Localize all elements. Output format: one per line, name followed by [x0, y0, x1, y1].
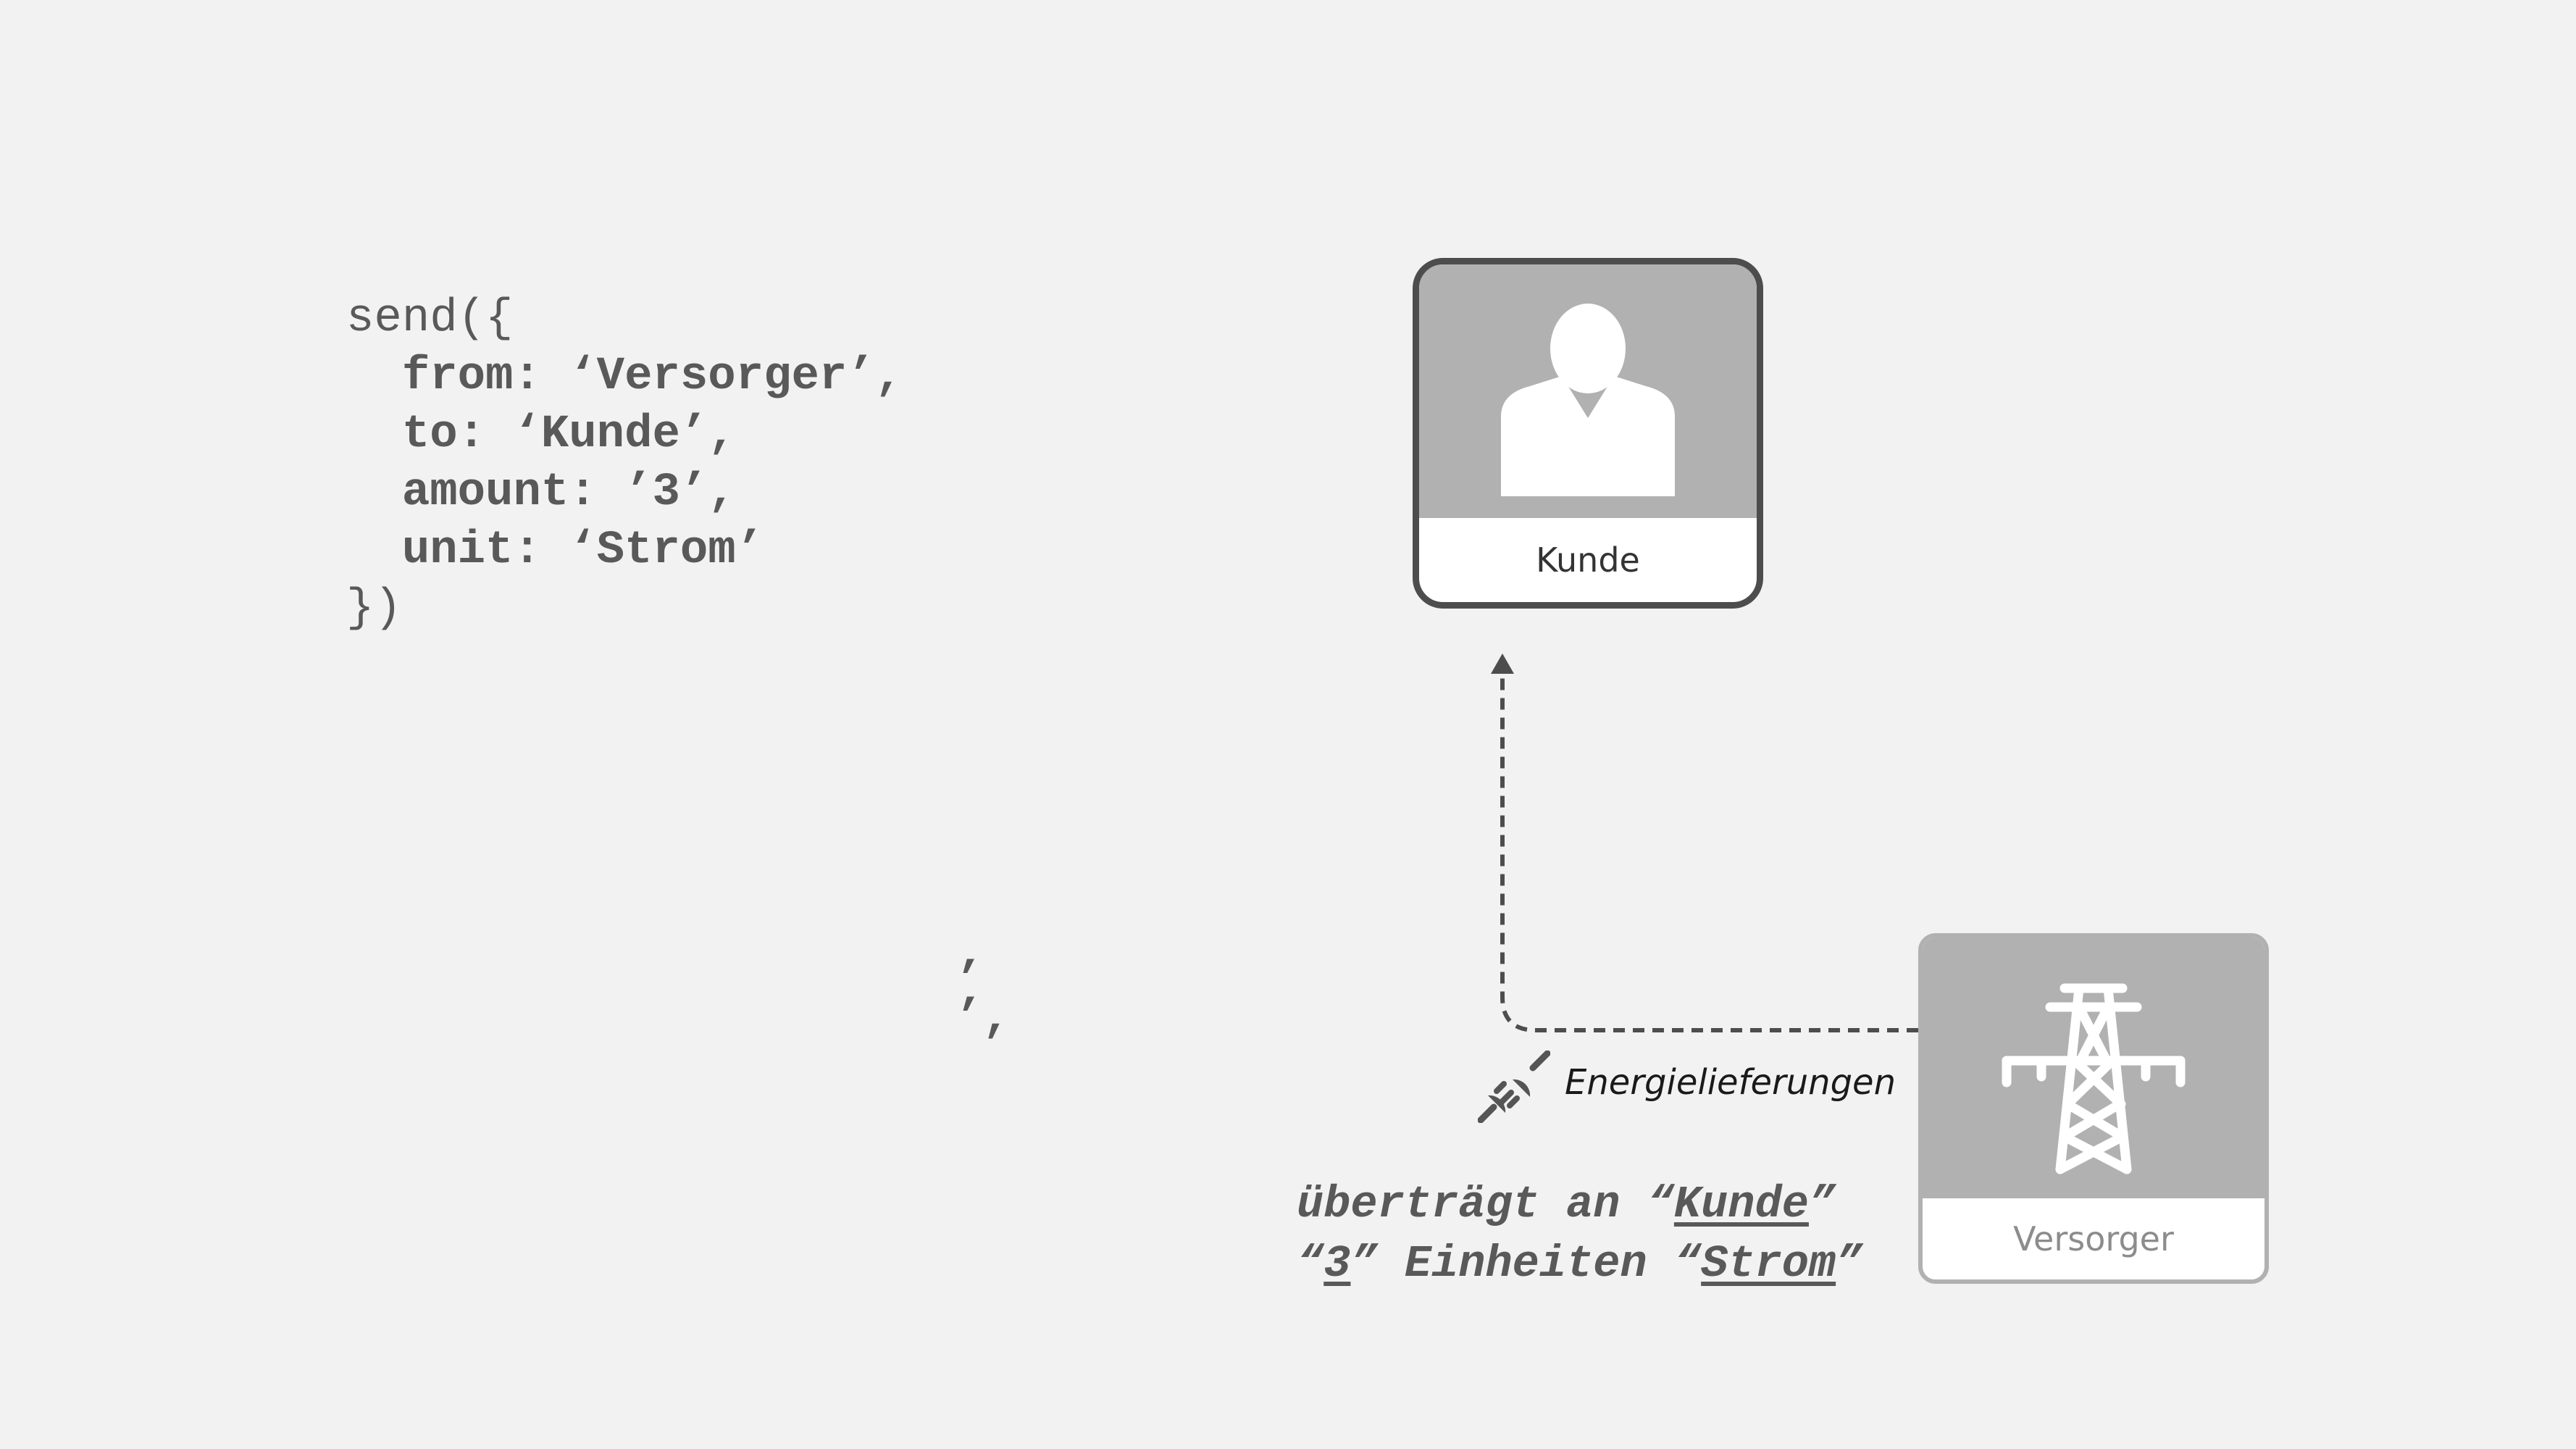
caption-line2-mid: ” Einheiten “	[1350, 1238, 1702, 1290]
node-kunde[interactable]: Kunde	[1413, 258, 1763, 609]
power-tower-icon	[2002, 983, 2186, 1174]
caption-line1-prefix: überträgt an “	[1297, 1179, 1674, 1230]
node-versorger[interactable]: Versorger	[1918, 933, 2269, 1284]
edge-dashed-line	[1500, 674, 1918, 1032]
caption-line1-suffix: ”	[1808, 1179, 1836, 1230]
edge-arrowhead	[1491, 653, 1514, 674]
caption-amount: 3	[1323, 1238, 1351, 1290]
plug-icon	[1478, 1051, 1550, 1123]
caption-unit: Strom	[1701, 1238, 1836, 1290]
person-icon	[1501, 304, 1675, 496]
caption-line2-close: ”	[1836, 1238, 1863, 1290]
caption-target: Kunde	[1673, 1179, 1809, 1230]
node-kunde-header	[1419, 264, 1757, 518]
node-versorger-label: Versorger	[2013, 1219, 2174, 1258]
transfer-caption: überträgt an “Kunde” “3” Einheiten “Stro…	[1297, 1175, 1862, 1294]
caption-line2-open: “	[1297, 1238, 1324, 1290]
node-kunde-label: Kunde	[1536, 540, 1640, 580]
edge-label: Energielieferungen	[1565, 1062, 1896, 1103]
node-versorger-header	[1923, 938, 2265, 1198]
